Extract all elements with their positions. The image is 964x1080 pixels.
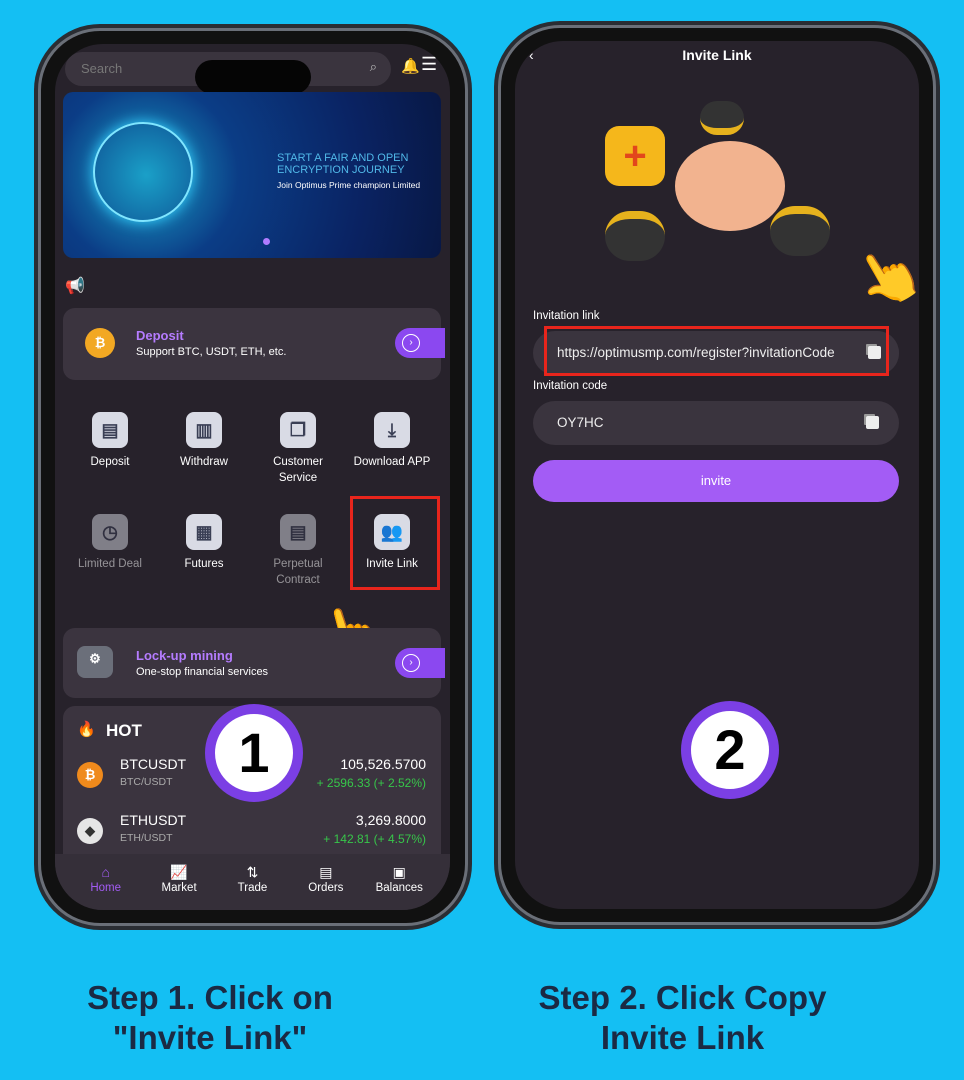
- feature-label: Deposit: [90, 456, 130, 468]
- promo-banner[interactable]: START A FAIR AND OPEN ENCRYPTION JOURNEY…: [63, 92, 441, 258]
- mining-card-subtitle: One-stop financial services: [136, 666, 269, 678]
- caption-line: Step 2. Click Copy: [538, 979, 827, 1016]
- download-icon: ⤓: [374, 412, 410, 448]
- trade-icon: ⇅: [246, 864, 259, 880]
- home-icon: ⌂: [101, 864, 110, 880]
- market-price: 3,269.8000: [355, 812, 426, 828]
- feature-label: Customer Service: [273, 456, 323, 484]
- deposit-icon: ▤: [92, 412, 128, 448]
- market-pair: ETH/USDT: [120, 832, 173, 844]
- nav-label: Balances: [375, 882, 423, 894]
- menu-icon[interactable]: ☰: [421, 54, 437, 75]
- feature-label: Withdraw: [180, 456, 228, 468]
- lockup-mining-card[interactable]: ⚙ Lock-up mining One-stop financial serv…: [63, 628, 445, 698]
- market-price: 105,526.5700: [340, 756, 426, 772]
- deposit-card[interactable]: ₿ Deposit Support BTC, USDT, ETH, etc. ›: [63, 308, 445, 380]
- clock-icon: ◷: [92, 514, 128, 550]
- mining-icon: ⚙: [77, 646, 113, 678]
- document-icon: ▤: [280, 514, 316, 550]
- announcement-icon[interactable]: 📢: [65, 276, 85, 296]
- invite-screen: ‹ Invite Link + Invitation link https://…: [515, 41, 919, 909]
- pointing-hand-icon: 👆: [844, 234, 919, 320]
- market-pair: BTC/USDT: [120, 776, 173, 788]
- carousel-dot[interactable]: [263, 238, 270, 245]
- feature-customer-service[interactable]: ❐ Customer Service: [253, 412, 343, 486]
- banner-graphic: [93, 122, 193, 222]
- btc-coin-icon: ₿: [77, 762, 103, 788]
- chat-icon: ❐: [280, 412, 316, 448]
- feature-limited-deal[interactable]: ◷ Limited Deal: [65, 514, 155, 572]
- teamwork-hands-illustration: +: [605, 101, 830, 271]
- mining-card-title: Lock-up mining: [136, 648, 233, 663]
- nav-label: Home: [90, 882, 122, 894]
- market-symbol: BTCUSDT: [120, 756, 187, 772]
- step2-caption: Step 2. Click Copy Invite Link: [510, 978, 855, 1058]
- dynamic-island: [195, 60, 311, 94]
- chevron-right-icon: ›: [402, 334, 420, 352]
- feature-label: Futures: [184, 558, 224, 570]
- banner-headline: START A FAIR AND OPEN: [277, 152, 409, 164]
- nav-home[interactable]: ⌂ Home: [71, 854, 141, 910]
- orders-icon: ▤: [319, 864, 333, 880]
- invite-link-highlight: [350, 496, 440, 590]
- bitcoin-coin-icon: ₿: [85, 328, 115, 358]
- invitation-link-label: Invitation link: [533, 310, 600, 322]
- nav-trade[interactable]: ⇅ Trade: [217, 854, 287, 910]
- caption-line: Invite Link: [600, 1019, 765, 1056]
- nav-label: Trade: [237, 882, 268, 894]
- banner-subline: Join Optimus Prime champion Limited: [277, 180, 421, 190]
- nav-orders[interactable]: ▤ Orders: [291, 854, 361, 910]
- caption-line: Step 1. Click on: [87, 979, 333, 1016]
- banner-headline-2: ENCRYPTION JOURNEY: [277, 164, 405, 176]
- feature-perpetual-contract[interactable]: ▤ Perpetual Contract: [253, 514, 343, 588]
- deposit-card-subtitle: Support BTC, USDT, ETH, etc.: [136, 346, 287, 358]
- fire-icon: 🔥: [77, 721, 96, 738]
- screen-title: Invite Link: [682, 47, 752, 63]
- withdraw-icon: ▥: [186, 412, 222, 448]
- feature-futures[interactable]: ▦ Futures: [159, 514, 249, 572]
- market-symbol: ETHUSDT: [120, 812, 187, 828]
- hot-title: HOT: [106, 721, 142, 740]
- nav-balances[interactable]: ▣ Balances: [364, 854, 434, 910]
- chevron-right-icon: ›: [402, 654, 420, 672]
- deposit-go-button[interactable]: ›: [395, 328, 445, 358]
- invitation-code-label: Invitation code: [533, 380, 608, 392]
- copy-code-icon[interactable]: [866, 416, 879, 429]
- eth-coin-icon: ◆: [77, 818, 103, 844]
- nav-label: Orders: [308, 882, 344, 894]
- market-icon: 📈: [170, 864, 188, 880]
- market-change: + 142.81 (+ 4.57%): [323, 832, 426, 846]
- balances-icon: ▣: [392, 864, 406, 880]
- step-badge-1: 1: [205, 704, 303, 802]
- search-icon: ⌕: [369, 59, 377, 74]
- feature-deposit[interactable]: ▤ Deposit: [65, 412, 155, 470]
- mining-go-button[interactable]: ›: [395, 648, 445, 678]
- feature-download-app[interactable]: ⤓ Download APP: [347, 412, 437, 470]
- feature-withdraw[interactable]: ▥ Withdraw: [159, 412, 249, 470]
- invitation-code-field[interactable]: OY7HC: [533, 401, 899, 445]
- market-change: + 2596.33 (+ 2.52%): [316, 776, 426, 790]
- step1-caption: Step 1. Click on "Invite Link": [40, 978, 380, 1058]
- step-badge-2: 2: [681, 701, 779, 799]
- feature-label: Limited Deal: [78, 558, 142, 570]
- bell-icon[interactable]: 🔔: [401, 57, 420, 75]
- bottom-nav: ⌂ Home 📈 Market ⇅ Trade ▤ Orders ▣ Balances: [55, 854, 450, 910]
- futures-icon: ▦: [186, 514, 222, 550]
- nav-label: Market: [161, 882, 197, 894]
- deposit-card-title: Deposit: [136, 328, 184, 343]
- invite-button[interactable]: invite: [533, 460, 899, 502]
- invitation-code-value: OY7HC: [557, 415, 604, 430]
- search-placeholder: Search: [81, 61, 123, 76]
- copy-link-highlight: [544, 326, 889, 376]
- nav-market[interactable]: 📈 Market: [144, 854, 214, 910]
- feature-label: Download APP: [353, 456, 431, 468]
- home-screen: Search ⌕ 🔔 ☰ START A FAIR AND OPEN ENCRYP…: [55, 44, 450, 910]
- caption-line: "Invite Link": [112, 1019, 308, 1056]
- feature-label: Perpetual Contract: [273, 558, 323, 586]
